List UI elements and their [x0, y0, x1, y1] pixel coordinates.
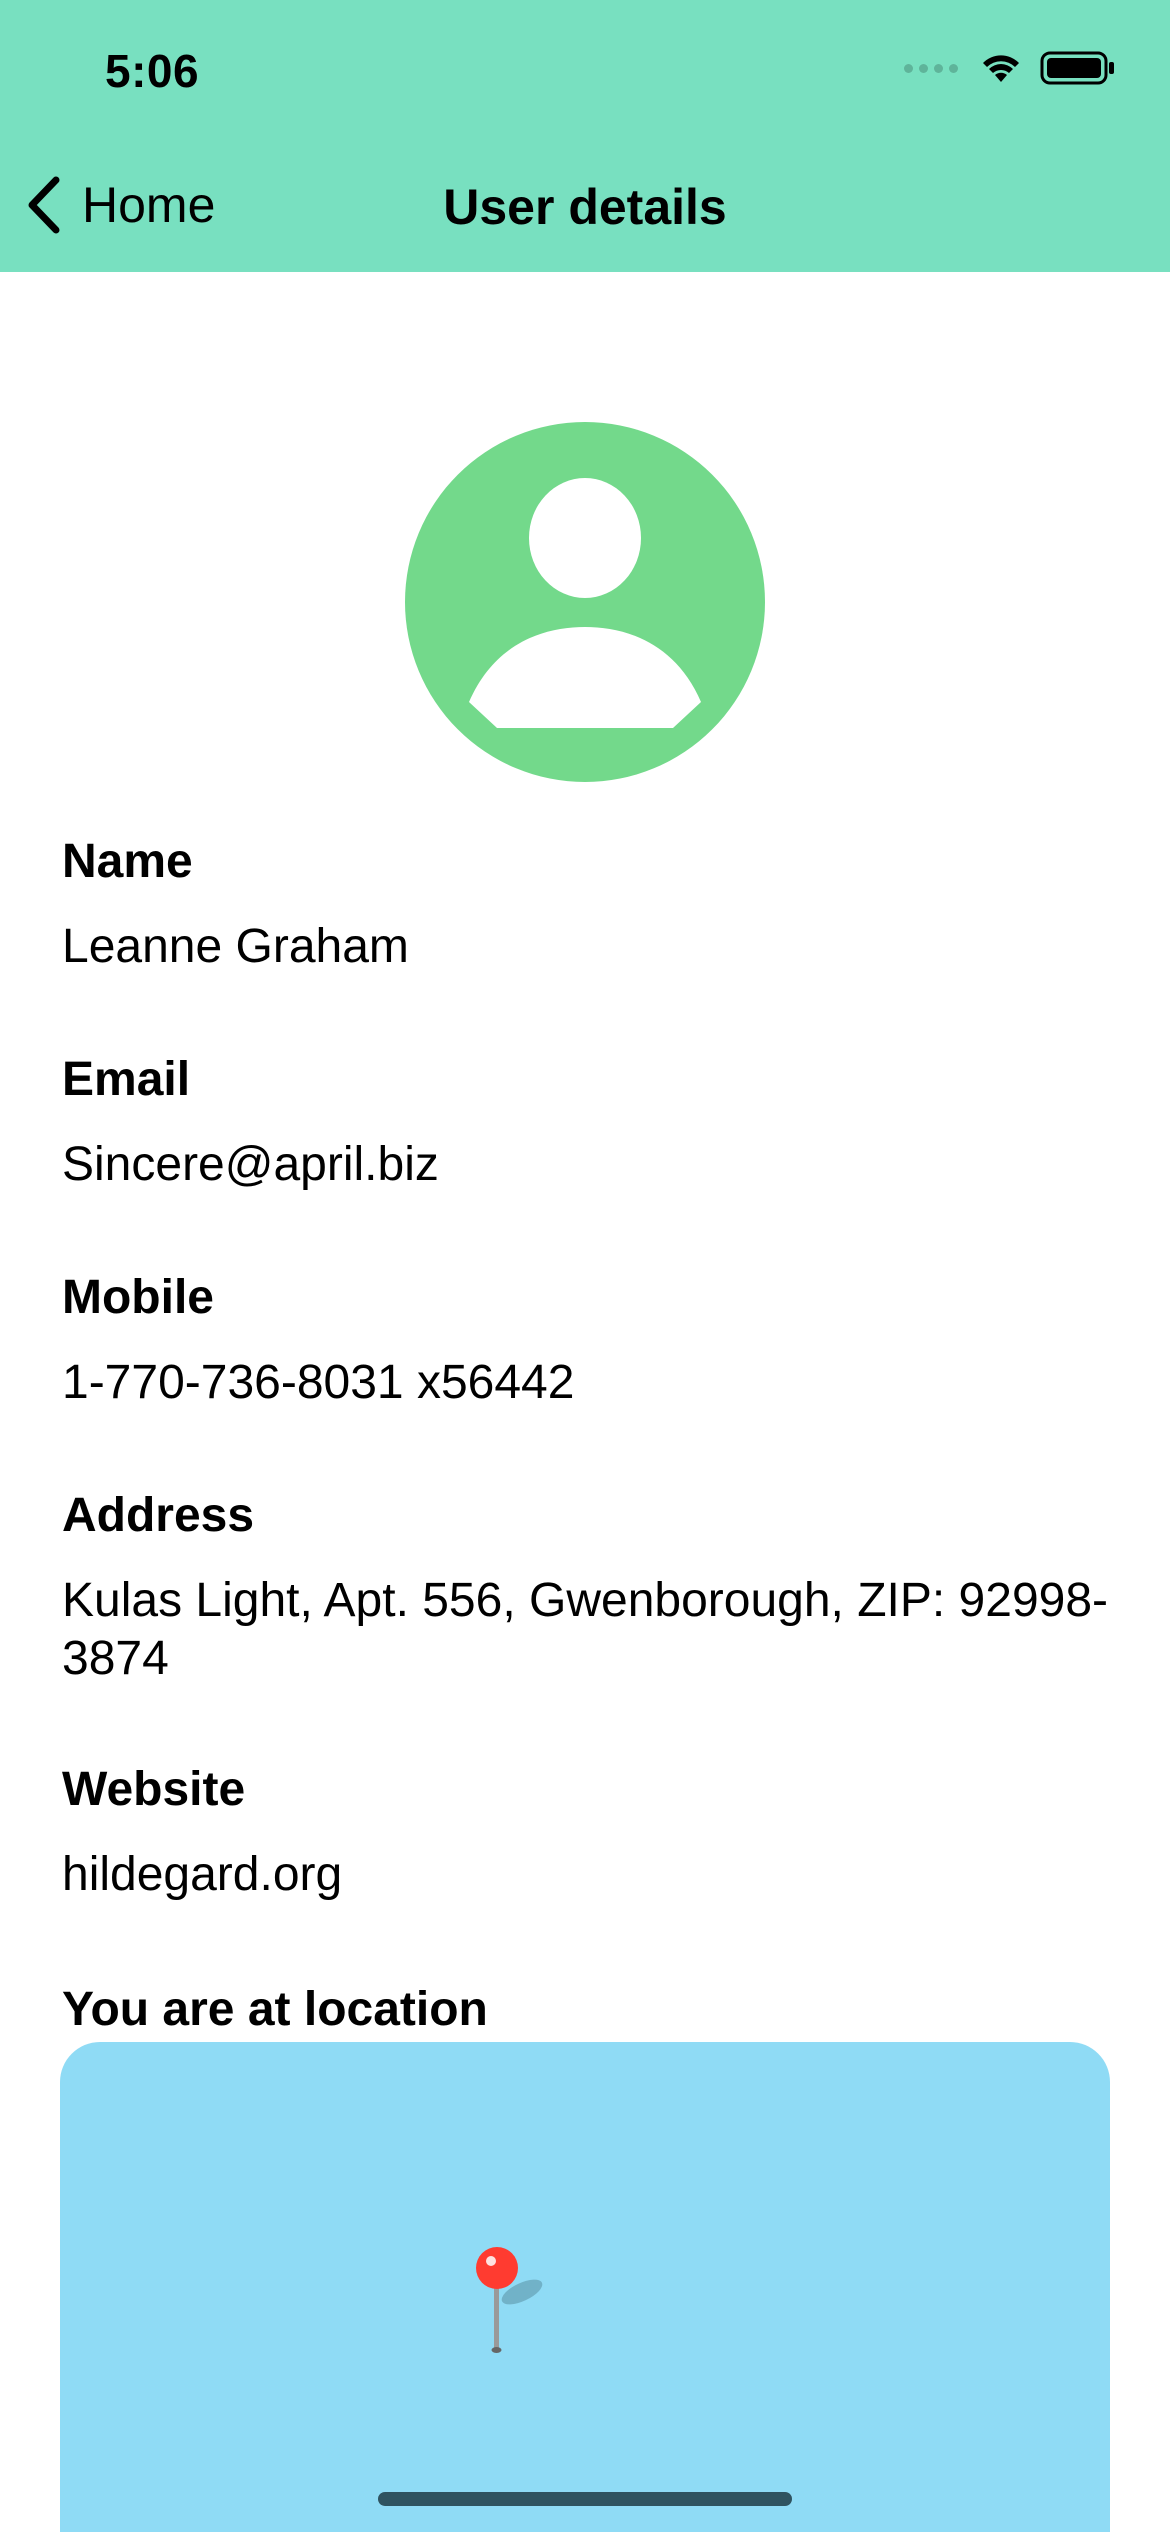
cellular-signal-icon — [904, 63, 958, 73]
status-icons — [904, 50, 1116, 86]
battery-icon — [1040, 51, 1114, 85]
name-field: Name Leanne Graham — [62, 834, 1108, 976]
website-field: Website hildegard.org — [62, 1762, 1108, 1904]
name-value: Leanne Graham — [62, 920, 409, 973]
name-label: Name — [62, 835, 193, 888]
home-indicator[interactable] — [378, 2492, 792, 2506]
address-field: Address Kulas Light, Apt. 556, Gwenborou… — [62, 1488, 1108, 1688]
location-label: You are at location — [62, 1983, 488, 2036]
person-circle-icon — [405, 422, 765, 782]
mobile-label: Mobile — [62, 1271, 214, 1324]
address-label: Address — [62, 1489, 255, 1542]
email-field: Email Sincere@april.biz — [62, 1052, 1108, 1194]
user-details-screen: 5:06 Home User details Name Leanne Graha… — [0, 0, 1170, 2532]
mobile-value: 1-770-736-8031 x56442 — [62, 1356, 575, 1409]
header: 5:06 Home User details — [0, 0, 1170, 272]
page-title: User details — [443, 179, 727, 235]
address-value: Kulas Light, Apt. 556, Gwenborough, ZIP:… — [62, 1574, 1109, 1685]
mobile-field: Mobile 1-770-736-8031 x56442 — [62, 1270, 1108, 1412]
location-map[interactable] — [60, 2042, 1110, 2532]
website-value: hildegard.org — [62, 1848, 343, 1901]
email-label: Email — [62, 1053, 191, 1106]
map-pin-icon — [476, 2247, 543, 2353]
email-value: Sincere@april.biz — [62, 1138, 439, 1191]
wifi-icon — [983, 55, 1019, 82]
website-label: Website — [62, 1763, 246, 1816]
status-time: 5:06 — [105, 45, 200, 97]
